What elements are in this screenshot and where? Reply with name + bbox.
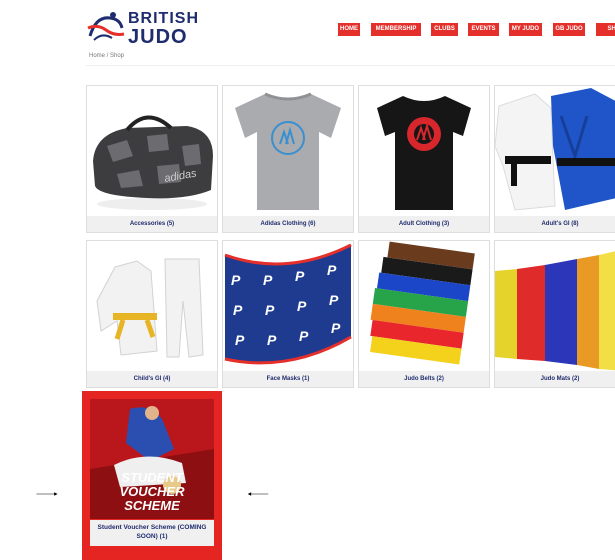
svg-text:P: P <box>331 320 341 336</box>
grey-tshirt-image <box>235 92 341 210</box>
svg-text:P: P <box>295 268 305 284</box>
category-label[interactable]: Judo Belts (2) <box>359 371 489 387</box>
category-card-face-masks[interactable]: PPPP PPPP PPPP Face Masks (1) <box>222 240 354 388</box>
judo-gi-image <box>495 88 615 211</box>
svg-text:P: P <box>327 262 337 278</box>
category-card-adidas-clothing[interactable]: Adidas Clothing (6) <box>222 85 354 233</box>
divider <box>86 65 615 66</box>
british-judo-logo[interactable]: BRITISH JUDO <box>86 8 198 48</box>
nav-home[interactable]: HOME <box>338 23 360 36</box>
poster-line1: STUDENT VOUCHER <box>119 470 185 499</box>
svg-text:P: P <box>233 302 243 318</box>
nav-my-judo[interactable]: MY JUDO <box>509 23 542 36</box>
brand-line2: JUDO <box>128 26 188 48</box>
judo-belts-image <box>370 241 475 365</box>
left-arrow-icon <box>247 492 269 496</box>
svg-text:P: P <box>263 272 273 288</box>
nav-events[interactable]: EVENTS <box>468 23 499 36</box>
holdall-bag-image: adidas <box>93 115 213 210</box>
category-label[interactable]: Child's GI (4) <box>87 371 217 387</box>
svg-text:P: P <box>231 272 241 288</box>
svg-text:P: P <box>299 328 309 344</box>
category-label[interactable]: Judo Mats (2) <box>495 371 615 387</box>
category-card-judo-mats[interactable]: Judo Mats (2) <box>494 240 615 388</box>
category-card-judo-belts[interactable]: Judo Belts (2) <box>358 240 490 388</box>
category-label[interactable]: Adidas Clothing (6) <box>223 216 353 232</box>
category-label[interactable]: Accessories (5) <box>87 216 217 232</box>
nav-gb-judo[interactable]: GB JUDO <box>553 23 585 36</box>
category-label[interactable]: Student Voucher Scheme (COMING SOON) (1) <box>90 520 214 546</box>
svg-text:P: P <box>297 298 307 314</box>
voucher-poster: STUDENT VOUCHER SCHEME <box>90 399 214 519</box>
svg-text:P: P <box>235 332 245 348</box>
category-label[interactable]: Adult's GI (8) <box>495 216 615 232</box>
black-tshirt-image <box>377 96 471 210</box>
svg-text:P: P <box>329 292 339 308</box>
child-gi-image <box>96 258 204 358</box>
category-label[interactable]: Face Masks (1) <box>223 371 353 387</box>
category-card-childs-gi[interactable]: Child's GI (4) <box>86 240 218 388</box>
category-card-student-voucher[interactable]: STUDENT VOUCHER SCHEME Student Voucher S… <box>82 391 222 560</box>
face-mask-image: PPPP PPPP PPPP <box>224 243 352 365</box>
breadcrumb[interactable]: Home / Shop <box>89 53 124 59</box>
judo-mats-image <box>495 251 615 371</box>
nav-shop[interactable]: SHOP <box>596 23 615 36</box>
poster-line2: SCHEME <box>124 498 180 513</box>
svg-text:P: P <box>267 332 277 348</box>
category-card-accessories[interactable]: adidas Accessories (5) <box>86 85 218 233</box>
category-card-adult-clothing[interactable]: Adult Clothing (3) <box>358 85 490 233</box>
right-arrow-icon <box>36 492 58 496</box>
nav-membership[interactable]: MEMBERSHIP <box>371 23 421 36</box>
category-label[interactable]: Adult Clothing (3) <box>359 216 489 232</box>
svg-text:P: P <box>265 302 275 318</box>
category-card-adults-gi[interactable]: Adult's GI (8) <box>494 85 615 233</box>
nav-clubs[interactable]: CLUBS <box>431 23 458 36</box>
voucher-poster-title: STUDENT VOUCHER SCHEME <box>90 471 214 513</box>
judo-figure-icon <box>87 12 125 41</box>
